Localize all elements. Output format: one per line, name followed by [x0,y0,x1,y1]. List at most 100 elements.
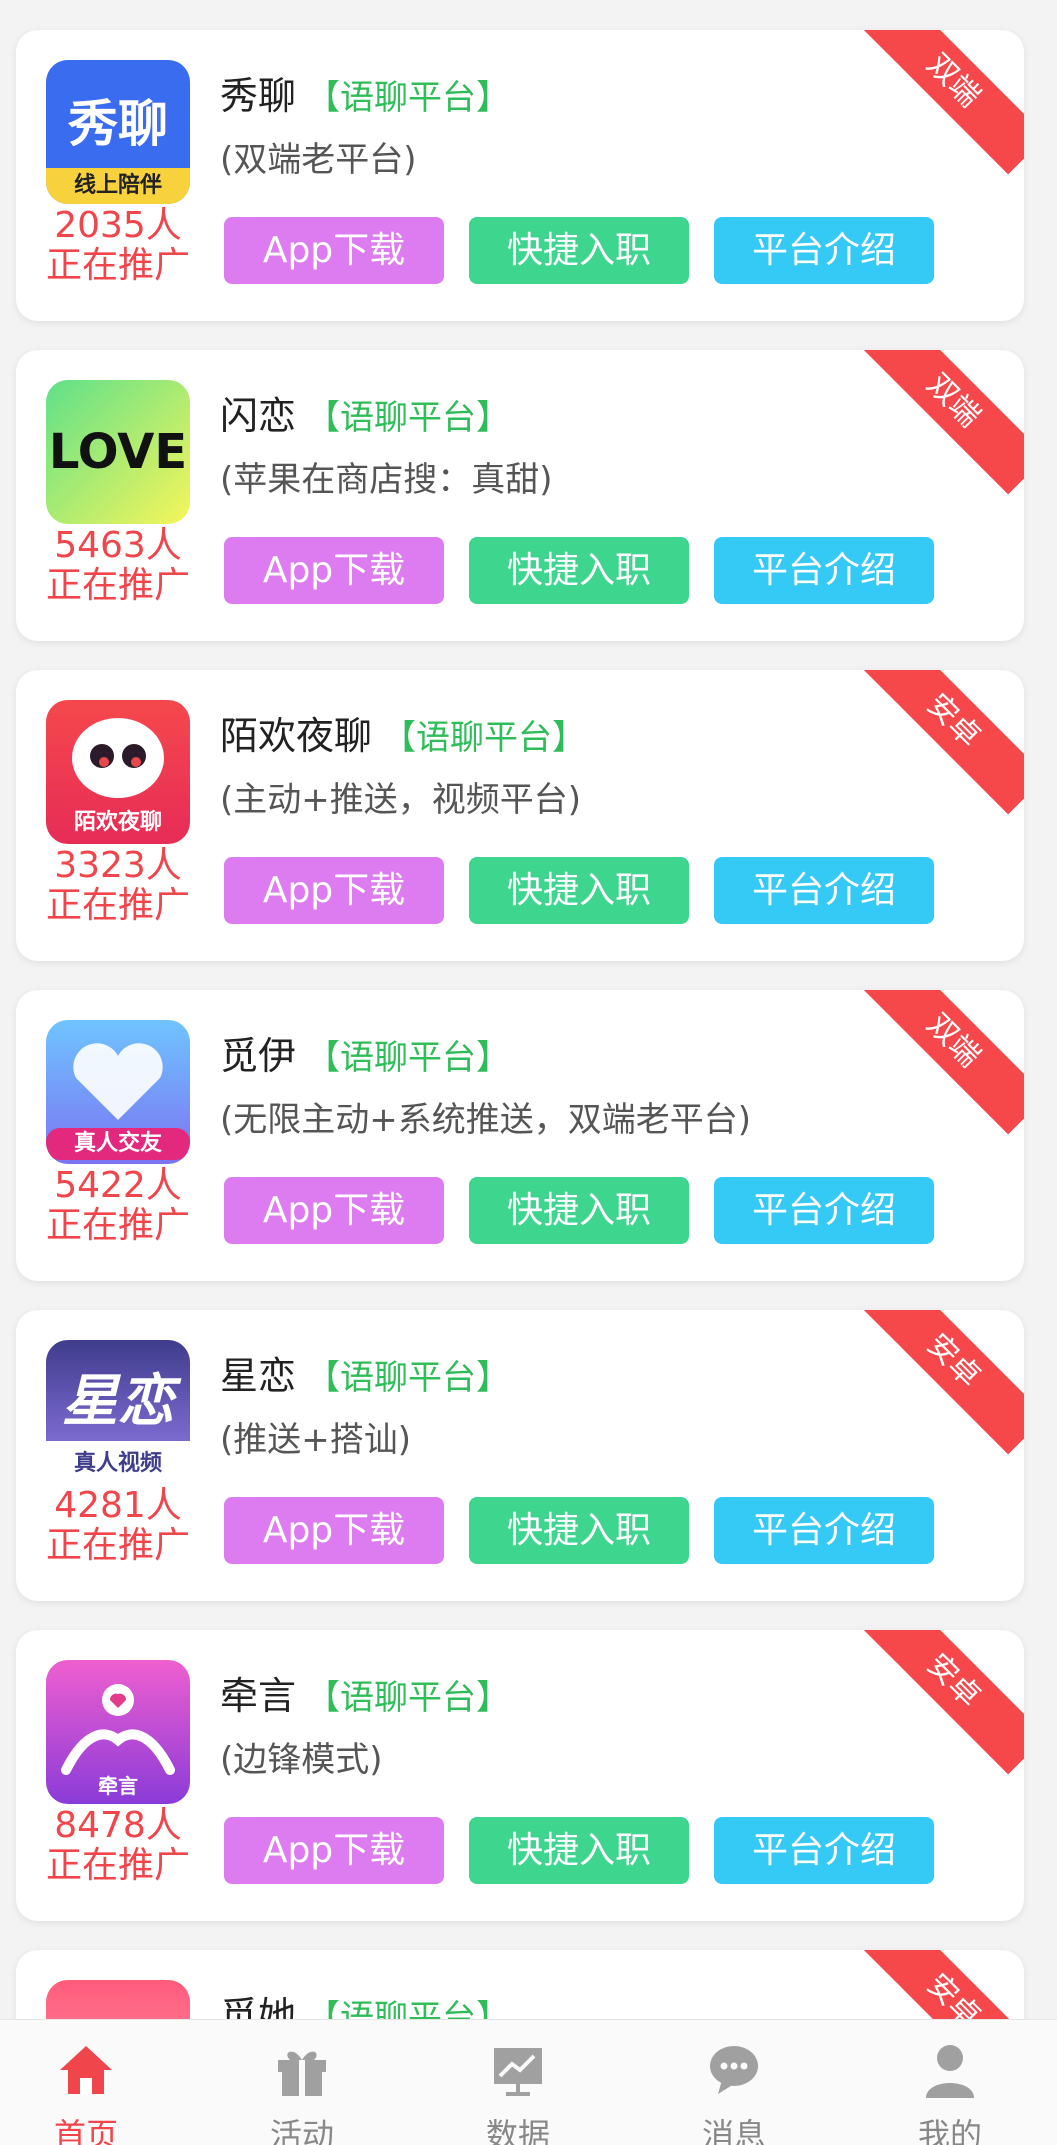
promoter-count-label: 正在推广 [45,885,190,926]
quick-join-button[interactable]: 快捷入职 [469,1817,689,1884]
platform-card: LOVE 5463人 正在推广 闪恋 【语聊平台】 (苹果在商店搜：真甜) App… [16,350,1024,641]
user-icon [926,2045,974,2098]
promoter-count: 4281人 正在推广 [34,1486,202,1566]
chart-icon [494,2048,542,2096]
promoter-count-label: 正在推广 [45,1205,190,1246]
platform-card: 真人交友 5422人 正在推广 觅伊 【语聊平台】 (无限主动+系统推送，双端老平… [16,990,1024,1281]
platform-logo: 真人交友 [46,1020,190,1164]
platform-title: 闪恋 【语聊平台】 [220,392,510,442]
platform-logo: 牵言 [46,1660,190,1804]
platform-description: (无限主动+系统推送，双端老平台) [220,1100,752,1140]
platform-intro-button[interactable]: 平台介绍 [714,1497,934,1564]
promoter-count-number: 5422人 [54,1165,182,1206]
tab-label: 消息 [701,2116,766,2145]
logo-subtext: 真人交友 [46,1128,190,1160]
platform-category: 【语聊平台】 [306,398,511,438]
quick-join-button[interactable]: 快捷入职 [469,537,689,604]
promoter-count: 3323人 正在推广 [34,846,202,926]
app-download-button[interactable]: App下载 [224,1497,444,1564]
promoter-count-number: 4281人 [54,1485,182,1526]
promoter-count-label: 正在推广 [45,565,190,606]
logo-subtext: 牵言 [98,1774,138,1798]
platform-description: (边锋模式) [220,1740,383,1780]
platform-category: 【语聊平台】 [382,718,587,758]
logo-subtext: 陌欢夜聊 [73,810,162,835]
app-download-button[interactable]: App下载 [224,217,444,284]
quick-join-button[interactable]: 快捷入职 [469,857,689,924]
platform-name: 秀聊 [220,74,297,118]
platform-name: 陌欢夜聊 [220,714,373,758]
platform-type-ribbon: 安卓 [859,1310,1024,1455]
platform-name: 星恋 [220,1354,297,1398]
promoter-count: 2035人 正在推广 [34,206,202,286]
platform-card: 星恋 真人视频 4281人 正在推广 星恋 【语聊平台】 (推送+搭讪) App下… [16,1310,1024,1601]
platform-name: 牵言 [220,1674,297,1718]
gift-icon [278,2051,326,2096]
platform-type-ribbon: 双端 [859,30,1024,175]
logo-subtext: 真人视频 [73,1451,162,1476]
app-download-button[interactable]: App下载 [224,1177,444,1244]
platform-type-ribbon: 双端 [859,990,1024,1135]
tab-data[interactable]: 数据 [448,2020,588,2145]
platform-logo: 秀聊 线上陪伴 [46,60,190,204]
message-icon [710,2046,758,2094]
platform-name: 闪恋 [220,394,297,438]
home-icon [60,2046,112,2094]
platform-intro-button[interactable]: 平台介绍 [714,217,934,284]
platform-intro-button[interactable]: 平台介绍 [714,857,934,924]
app-download-button[interactable]: App下载 [224,857,444,924]
platform-intro-button[interactable]: 平台介绍 [714,1177,934,1244]
promoter-count-label: 正在推广 [45,1525,190,1566]
tab-label: 数据 [485,2116,550,2145]
promoter-count: 8478人 正在推广 [34,1806,202,1886]
platform-card: 牵言 8478人 正在推广 牵言 【语聊平台】 (边锋模式) App下载 快捷入职… [16,1630,1024,1921]
tab-activity[interactable]: 活动 [232,2020,372,2145]
quick-join-button[interactable]: 快捷入职 [469,1497,689,1564]
promoter-count-number: 8478人 [54,1805,182,1846]
platform-title: 陌欢夜聊 【语聊平台】 [220,712,586,762]
promoter-count-label: 正在推广 [45,245,190,286]
platform-description: (苹果在商店搜：真甜) [220,460,553,500]
tab-label: 我的 [917,2116,982,2145]
platform-category: 【语聊平台】 [306,1678,511,1718]
app-download-button[interactable]: App下载 [224,537,444,604]
tab-profile[interactable]: 我的 [880,2020,1020,2145]
promoter-count-label: 正在推广 [45,1845,190,1886]
platform-description: (双端老平台) [220,140,417,180]
tab-label: 首页 [53,2116,118,2145]
platform-description: (主动+推送，视频平台) [220,780,582,820]
quick-join-button[interactable]: 快捷入职 [469,1177,689,1244]
platform-card: 秀聊 线上陪伴 2035人 正在推广 秀聊 【语聊平台】 (双端老平台) App下… [16,30,1024,321]
platform-logo: LOVE [46,380,190,524]
platform-category: 【语聊平台】 [306,1358,511,1398]
logo-text: 秀聊 [68,95,168,153]
promoter-count-number: 5463人 [54,525,182,566]
platform-card: 陌欢夜聊 3323人 正在推广 陌欢夜聊 【语聊平台】 (主动+推送，视频平台) … [16,670,1024,961]
platform-intro-button[interactable]: 平台介绍 [714,537,934,604]
platform-description: (推送+搭讪) [220,1420,412,1460]
app-root: 秀聊 线上陪伴 2035人 正在推广 秀聊【语聊平台】 (双端老平台) App下… [0,0,1057,2145]
logo-text: LOVE [48,424,188,480]
platform-type-ribbon: 双端 [859,350,1024,495]
platform-title: 牵言 【语聊平台】 [220,1672,510,1722]
platform-intro-button[interactable]: 平台介绍 [714,1817,934,1884]
platform-title: 星恋 【语聊平台】 [220,1352,510,1402]
platform-category: 【语聊平台】 [306,1038,511,1078]
logo-text: 星恋 [62,1368,174,1434]
platform-logo: 陌欢夜聊 [46,700,190,844]
promoter-count-number: 3323人 [54,845,182,886]
platform-name: 觅伊 [220,1034,297,1078]
tab-label: 活动 [269,2116,334,2145]
logo-subtext: 线上陪伴 [46,168,190,204]
quick-join-button[interactable]: 快捷入职 [469,217,689,284]
platform-type-ribbon: 安卓 [859,1630,1024,1775]
platform-type-ribbon: 安卓 [859,670,1024,815]
tab-home[interactable]: 首页 [16,2020,156,2145]
bottom-tab-bar: 首页 活动 数据 消息 我的 [0,2019,1057,2145]
platform-logo: 星恋 真人视频 [46,1340,190,1484]
app-download-button[interactable]: App下载 [224,1817,444,1884]
promoter-count: 5422人 正在推广 [34,1166,202,1246]
promoter-count-number: 2035人 [54,205,182,246]
tab-messages[interactable]: 消息 [664,2020,804,2145]
platform-title: 觅伊 【语聊平台】 [220,1032,510,1082]
